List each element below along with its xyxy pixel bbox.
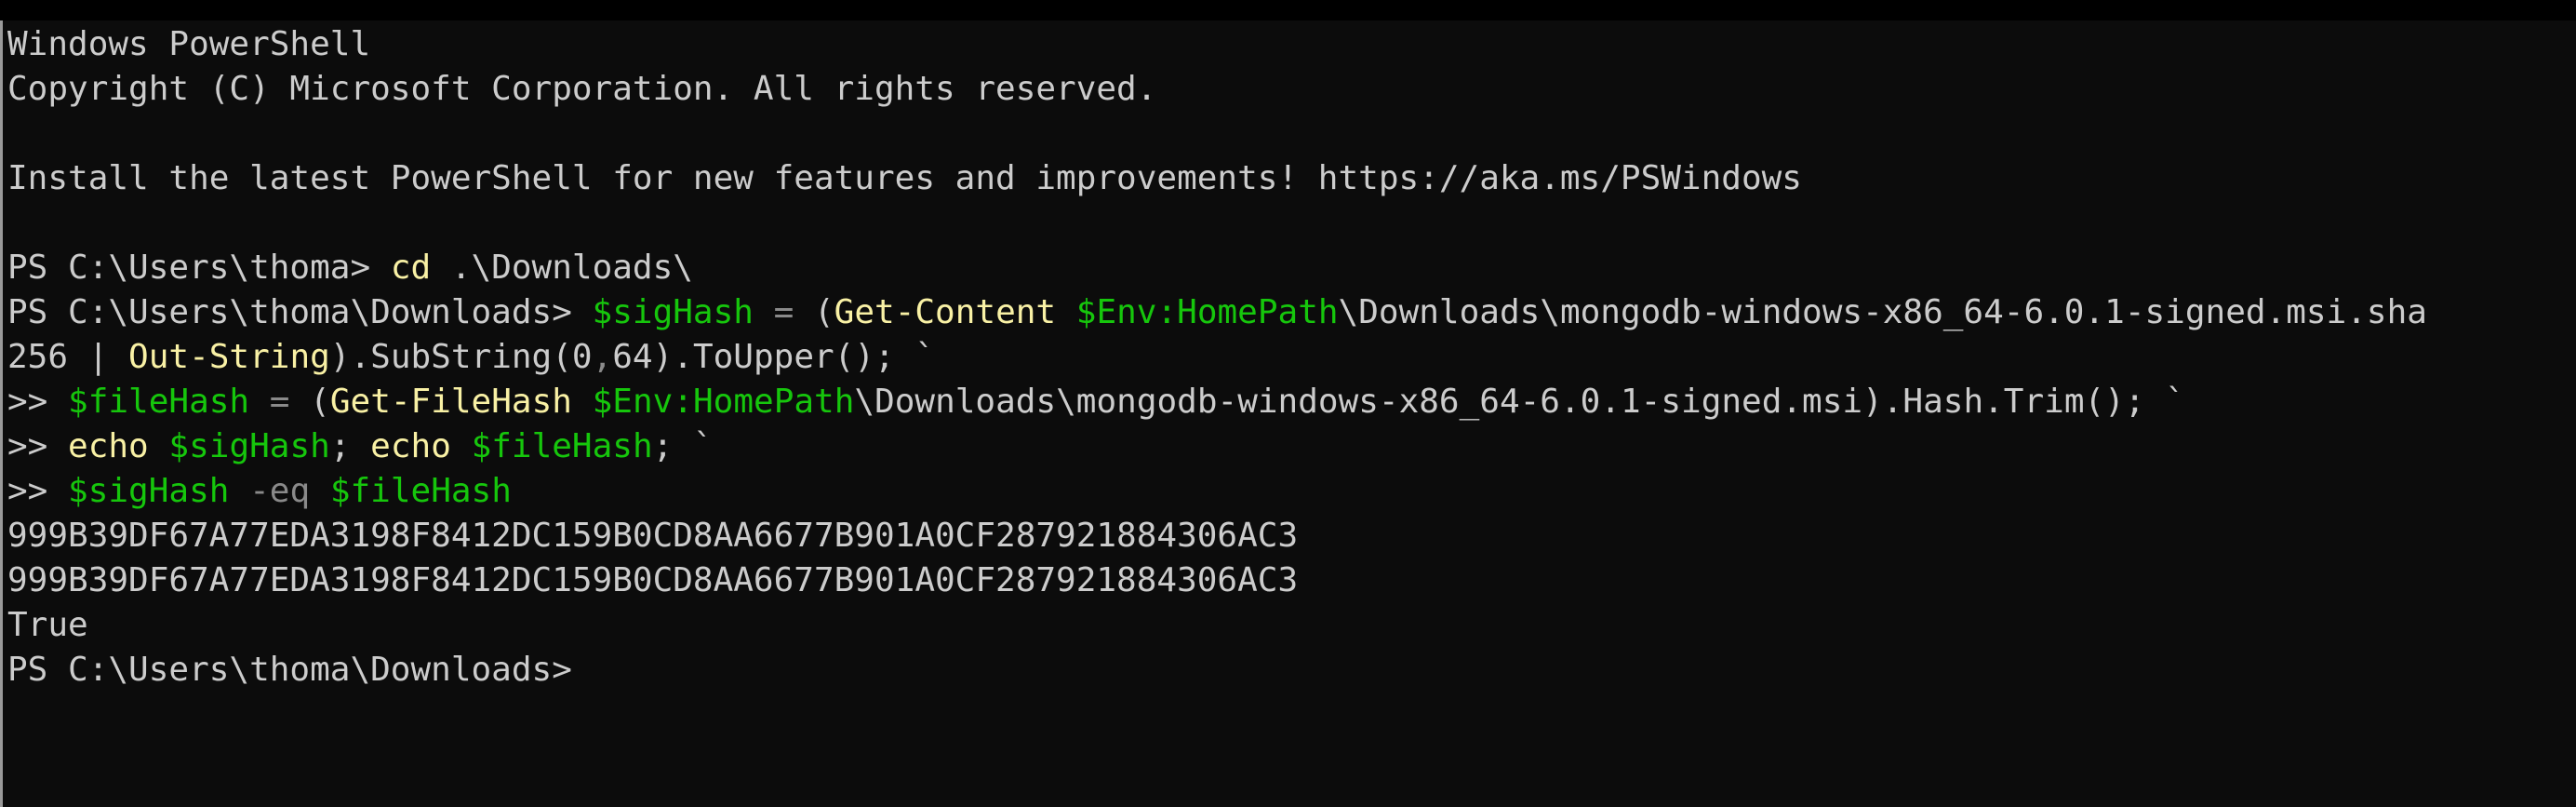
console-token-fg: ( (794, 293, 834, 331)
console-token-var: $sigHash (168, 427, 330, 465)
console-token-fg: ( (289, 383, 330, 421)
console-token-fg (572, 383, 593, 421)
console-token-var: $sigHash (592, 293, 754, 331)
console-token-op: = (269, 383, 290, 421)
console-token-op: , (592, 338, 613, 376)
console-token-fg: 999B39DF67A77EDA3198F8412DC159B0CD8AA667… (7, 517, 1299, 555)
console-token-fg: Install the latest PowerShell for new fe… (7, 159, 1802, 197)
console-line: >> $fileHash = (Get-FileHash $Env:HomePa… (7, 380, 2576, 424)
console-token-op: = (773, 293, 794, 331)
console-line: 256 | Out-String).SubString(0,64).ToUppe… (7, 335, 2576, 380)
console-token-var: $sigHash (68, 472, 230, 510)
console-token-fg: PS C:\Users\thoma\Downloads> (7, 651, 572, 689)
window-left-border (0, 20, 3, 807)
console-line: >> $sigHash -eq $fileHash (7, 469, 2576, 514)
console-token-var: $fileHash (329, 472, 512, 510)
console-token-fg (451, 427, 472, 465)
console-token-fg: ; (329, 427, 371, 465)
console-token-fg (310, 472, 330, 510)
console-token-fg: 999B39DF67A77EDA3198F8412DC159B0CD8AA667… (7, 561, 1299, 599)
console-token-var: $fileHash (471, 427, 653, 465)
console-token-fg: PS C:\Users\thoma\Downloads> (7, 293, 593, 331)
console-line: True (7, 603, 2576, 648)
console-token-var: $Env:HomePath (592, 383, 855, 421)
console-token-cmd: echo (370, 427, 451, 465)
console-token-cmd: Out-String (128, 338, 330, 376)
console-token-fg: Windows PowerShell (7, 25, 371, 63)
console-token-fg: 64).ToUpper(); ` (612, 338, 936, 376)
console-token-fg: True (7, 606, 88, 644)
console-token-fg: \Downloads\mongodb-windows-x86_64-6.0.1-… (1338, 293, 2427, 331)
console-token-fg: >> (7, 472, 69, 510)
console-token-fg (229, 472, 249, 510)
console-token-fg (754, 293, 774, 331)
console-token-fg: Copyright (C) Microsoft Corporation. All… (7, 70, 1157, 108)
console-token-fg: ).SubString(0 (329, 338, 593, 376)
console-line: PS C:\Users\thoma\Downloads> $sigHash = … (7, 290, 2576, 335)
console-token-var: $fileHash (68, 383, 250, 421)
console-line: 999B39DF67A77EDA3198F8412DC159B0CD8AA667… (7, 514, 2576, 558)
console-token-fg: >> (7, 427, 69, 465)
console-token-fg: 256 | (7, 338, 129, 376)
console-line: PS C:\Users\thoma> cd .\Downloads\ (7, 246, 2576, 290)
console-token-fg: \Downloads\mongodb-windows-x86_64-6.0.1-… (854, 383, 2185, 421)
console-token-fg (1056, 293, 1076, 331)
console-line: 999B39DF67A77EDA3198F8412DC159B0CD8AA667… (7, 558, 2576, 603)
console-output[interactable]: Windows PowerShell Copyright (C) Microsof… (7, 22, 2576, 693)
console-token-fg: >> (7, 383, 69, 421)
console-token-fg: .\Downloads\ (431, 249, 693, 287)
console-token-cmd: cd (390, 249, 432, 287)
console-token-fg: PS C:\Users\thoma> (7, 249, 391, 287)
console-token-fg (249, 383, 270, 421)
console-line: PS C:\Users\thoma\Downloads> (7, 648, 2576, 693)
window-top-strip (0, 0, 2576, 20)
console-token-var: $Env:HomePath (1075, 293, 1339, 331)
console-token-fg: ; ` (652, 427, 714, 465)
console-line: Windows PowerShell (7, 22, 2576, 67)
console-token-cmd: Get-FileHash (329, 383, 572, 421)
console-line: >> echo $sigHash; echo $fileHash; ` (7, 424, 2576, 469)
console-token-cmd: echo (68, 427, 149, 465)
console-line: Install the latest PowerShell for new fe… (7, 156, 2576, 201)
powershell-window: Windows PowerShell Copyright (C) Microsof… (0, 0, 2576, 807)
console-token-op: -eq (249, 472, 311, 510)
console-line: Copyright (C) Microsoft Corporation. All… (7, 67, 2576, 112)
console-token-cmd: Get-Content (834, 293, 1057, 331)
console-token-fg (149, 427, 169, 465)
